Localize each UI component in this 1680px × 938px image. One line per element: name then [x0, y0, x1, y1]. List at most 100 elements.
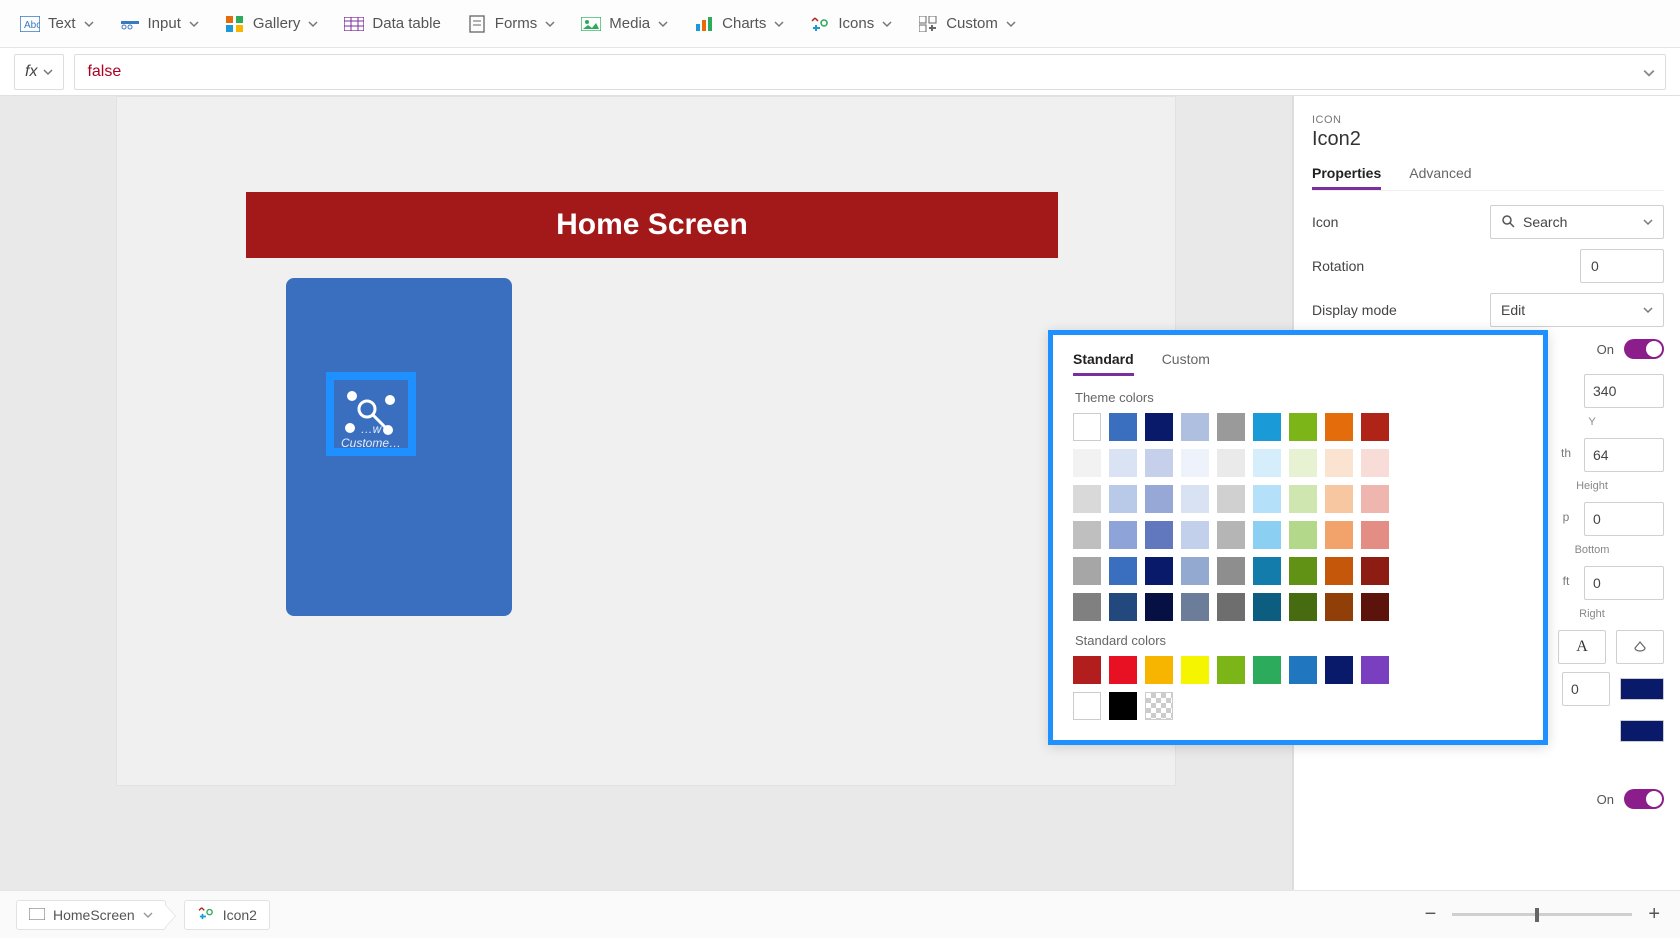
color-swatch[interactable]	[1325, 485, 1353, 513]
color-swatch[interactable]	[1181, 413, 1209, 441]
color-swatch[interactable]	[1325, 413, 1353, 441]
color-swatch[interactable]	[1289, 449, 1317, 477]
color-swatch[interactable]	[1361, 449, 1389, 477]
color-swatch[interactable]	[1289, 557, 1317, 585]
color-swatch[interactable]	[1109, 413, 1137, 441]
color-swatch[interactable]	[1073, 449, 1101, 477]
color-swatch[interactable]	[1253, 449, 1281, 477]
color-swatch[interactable]	[1217, 656, 1245, 684]
color-swatch[interactable]	[1217, 521, 1245, 549]
color-swatch[interactable]	[1325, 593, 1353, 621]
color-swatch[interactable]	[1109, 485, 1137, 513]
color-swatch[interactable]	[1253, 557, 1281, 585]
breadcrumb-screen[interactable]: HomeScreen	[16, 900, 166, 930]
color-swatch[interactable]	[1073, 656, 1101, 684]
color-swatch[interactable]	[1325, 656, 1353, 684]
color-swatch[interactable]	[1109, 557, 1137, 585]
color-swatch[interactable]	[1109, 656, 1137, 684]
color-swatch[interactable]	[1073, 593, 1101, 621]
color-swatch[interactable]	[1253, 521, 1281, 549]
color-swatch[interactable]	[1325, 521, 1353, 549]
color-swatch[interactable]	[1253, 593, 1281, 621]
visible-toggle[interactable]	[1624, 339, 1664, 359]
color-swatch[interactable]	[1181, 557, 1209, 585]
color-swatch[interactable]	[1145, 485, 1173, 513]
chevron-down-icon[interactable]	[1643, 67, 1653, 77]
pos-y-input[interactable]: 340	[1584, 374, 1664, 408]
color-swatch[interactable]	[1361, 593, 1389, 621]
color-swatch[interactable]	[1181, 521, 1209, 549]
formula-input[interactable]: false	[74, 54, 1666, 90]
color-swatch[interactable]	[1217, 449, 1245, 477]
color-swatch[interactable]	[1289, 521, 1317, 549]
color-swatch[interactable]	[1253, 656, 1281, 684]
color-swatch[interactable]	[1145, 557, 1173, 585]
color-swatch[interactable]	[1181, 593, 1209, 621]
ribbon-icons[interactable]: Icons	[810, 15, 892, 33]
card-control[interactable]: …w Custome…	[286, 278, 512, 616]
zoom-in-button[interactable]: +	[1644, 903, 1664, 926]
tab-properties[interactable]: Properties	[1312, 165, 1381, 190]
padding-bottom-input[interactable]: 0	[1584, 502, 1664, 536]
color-swatch[interactable]	[1289, 413, 1317, 441]
color-swatch[interactable]	[1181, 656, 1209, 684]
color-swatch[interactable]	[1073, 485, 1101, 513]
color-swatch[interactable]	[1253, 485, 1281, 513]
color-swatch[interactable]	[1361, 557, 1389, 585]
color-swatch[interactable]	[1289, 656, 1317, 684]
color-swatch[interactable]	[1181, 449, 1209, 477]
ribbon-input[interactable]: Input	[120, 15, 199, 33]
padding-right-input[interactable]: 0	[1584, 566, 1664, 600]
zoom-out-button[interactable]: −	[1421, 903, 1441, 926]
ribbon-datatable[interactable]: Data table	[344, 15, 440, 33]
color-swatch[interactable]	[1145, 521, 1173, 549]
prop-icon-select[interactable]: Search	[1490, 205, 1664, 239]
color-swatch[interactable]	[1361, 521, 1389, 549]
colorpicker-tab-standard[interactable]: Standard	[1073, 351, 1134, 376]
formula-property-selector[interactable]: fx	[14, 54, 64, 90]
color-swatch[interactable]	[1109, 449, 1137, 477]
color-swatch[interactable]	[1073, 413, 1101, 441]
border-input[interactable]: 0	[1562, 672, 1610, 706]
color-swatch[interactable]	[1145, 593, 1173, 621]
ribbon-gallery[interactable]: Gallery	[225, 15, 319, 33]
ribbon-forms[interactable]: Forms	[467, 15, 556, 33]
color-swatch[interactable]	[1289, 485, 1317, 513]
color-swatch[interactable]	[1217, 413, 1245, 441]
color-swatch[interactable]	[1325, 449, 1353, 477]
tab-advanced[interactable]: Advanced	[1409, 165, 1471, 190]
color-swatch[interactable]	[1109, 521, 1137, 549]
selected-icon-control[interactable]: …w Custome…	[326, 372, 416, 456]
color-swatch[interactable]	[1361, 485, 1389, 513]
color-swatch-2[interactable]	[1620, 720, 1664, 742]
color-swatch[interactable]	[1217, 485, 1245, 513]
text-align-button[interactable]: A	[1558, 630, 1606, 664]
color-swatch[interactable]	[1361, 656, 1389, 684]
fill-button[interactable]	[1616, 630, 1664, 664]
color-swatch[interactable]	[1073, 557, 1101, 585]
color-swatch[interactable]	[1145, 656, 1173, 684]
ribbon-media[interactable]: Media	[581, 15, 668, 33]
design-canvas[interactable]: Home Screen …w Custome…	[116, 96, 1176, 786]
color-swatch[interactable]	[1325, 557, 1353, 585]
zoom-slider[interactable]	[1452, 913, 1632, 916]
colorpicker-tab-custom[interactable]: Custom	[1162, 351, 1210, 376]
color-swatch[interactable]	[1289, 593, 1317, 621]
color-swatch[interactable]	[1217, 557, 1245, 585]
color-swatch[interactable]	[1253, 413, 1281, 441]
color-swatch[interactable]	[1073, 692, 1101, 720]
color-swatch[interactable]	[1181, 485, 1209, 513]
ribbon-charts[interactable]: Charts	[694, 15, 784, 33]
color-swatch[interactable]	[1109, 593, 1137, 621]
breadcrumb-control[interactable]: Icon2	[184, 900, 270, 930]
color-swatch[interactable]	[1217, 593, 1245, 621]
prop-displaymode-select[interactable]: Edit	[1490, 293, 1664, 327]
color-swatch[interactable]	[1145, 413, 1173, 441]
color-swatch[interactable]	[1109, 692, 1137, 720]
color-swatch-transparent[interactable]	[1145, 692, 1173, 720]
color-swatch[interactable]	[1073, 521, 1101, 549]
color-swatch[interactable]	[1145, 449, 1173, 477]
ribbon-text[interactable]: Abc Text	[20, 15, 94, 33]
ribbon-custom[interactable]: Custom	[918, 15, 1016, 33]
footer-toggle[interactable]	[1624, 789, 1664, 809]
